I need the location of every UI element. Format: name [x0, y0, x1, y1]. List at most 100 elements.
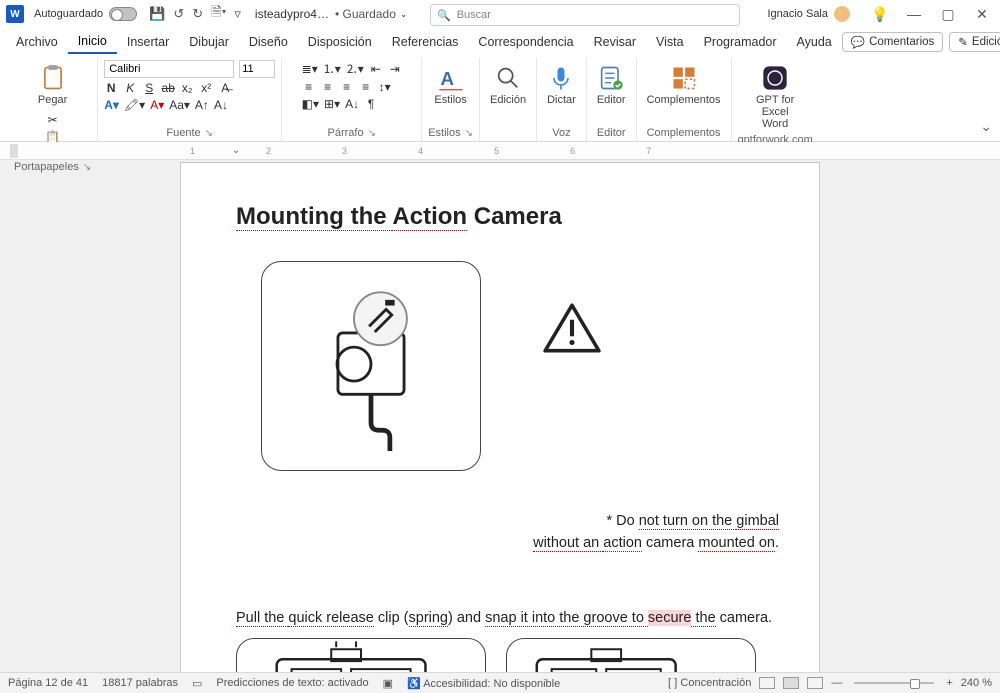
font-size-input[interactable] [239, 60, 275, 78]
horizontal-ruler[interactable]: ⌄ 1 2 3 4 5 6 7 [0, 142, 1000, 160]
complementos-button[interactable]: Complementos [643, 60, 725, 110]
group-voice: Dictar Voz [537, 58, 587, 141]
menu-archivo[interactable]: Archivo [6, 31, 68, 53]
dictate-button[interactable]: Dictar [543, 60, 580, 110]
user-account[interactable]: Ignacio Sala [767, 6, 850, 22]
comments-button[interactable]: 💬 Comentarios [842, 32, 944, 52]
ribbon-collapse-icon[interactable]: ⌄ [980, 118, 992, 135]
italic-icon[interactable]: K [123, 81, 137, 95]
align-right-icon[interactable]: ≡ [340, 80, 354, 94]
line-spacing-icon[interactable]: ↕▾ [378, 80, 392, 94]
zoom-out-icon[interactable]: — [831, 677, 842, 689]
show-marks-icon[interactable]: ¶ [364, 97, 378, 111]
status-page[interactable]: Página 12 de 41 [8, 677, 88, 689]
view-web-icon[interactable] [807, 677, 823, 689]
menu-vista[interactable]: Vista [646, 31, 694, 53]
bold-icon[interactable]: N [104, 81, 118, 95]
ruler-tab-icon: ⌄ [232, 145, 240, 156]
document-title[interactable]: isteadypro4… • Guardado ⌄ [255, 7, 408, 21]
sort-icon[interactable]: A↓ [345, 97, 359, 111]
view-print-icon[interactable] [783, 677, 799, 689]
strikethrough-icon[interactable]: ab [161, 81, 175, 95]
document-canvas[interactable]: Mounting the Action Camera [0, 160, 1000, 672]
menu-programador[interactable]: Programador [694, 31, 787, 53]
focus-mode-button[interactable]: [ ] Concentración [668, 677, 751, 689]
group-font: N K S ab x₂ x² A̶ A▾ 🖍▾ A▾ Aa▾ A↑ A↓ Fue… [98, 58, 282, 141]
status-bar: Página 12 de 41 18817 palabras ▭ Predicc… [0, 672, 1000, 693]
dialog-launcher-icon[interactable]: ↘ [465, 128, 473, 139]
font-name-input[interactable] [104, 60, 234, 78]
menu-referencias[interactable]: Referencias [382, 31, 469, 53]
gpt-addon-button[interactable]: GPT for Excel Word [746, 60, 804, 134]
zoom-level[interactable]: 240 % [961, 677, 992, 689]
toggle-off-icon[interactable] [109, 7, 137, 21]
document-page[interactable]: Mounting the Action Camera [180, 162, 820, 672]
save-icon[interactable]: 💾 [149, 6, 165, 22]
font-color-icon[interactable]: A▾ [150, 98, 164, 112]
menu-inicio[interactable]: Inicio [68, 30, 117, 54]
grow-font-icon[interactable]: A↑ [195, 98, 209, 112]
quick-access-toolbar: 💾 ↺ ↻ 🗎▾ ▿ [149, 3, 241, 25]
figure-camera-mount[interactable] [261, 261, 481, 471]
doc-icon[interactable]: 🗎▾ [211, 3, 226, 25]
change-case-icon[interactable]: Aa▾ [169, 98, 190, 112]
superscript-icon[interactable]: x² [199, 81, 213, 95]
status-macro-icon[interactable]: ▣ [383, 677, 393, 690]
subscript-icon[interactable]: x₂ [180, 81, 194, 95]
shading-icon[interactable]: ◧▾ [302, 97, 319, 111]
menu-dibujar[interactable]: Dibujar [179, 31, 239, 53]
shrink-font-icon[interactable]: A↓ [214, 98, 228, 112]
bullets-icon[interactable]: ≣▾ [302, 62, 318, 76]
align-center-icon[interactable]: ≡ [321, 80, 335, 94]
justify-icon[interactable]: ≡ [359, 80, 373, 94]
highlight-icon[interactable]: 🖍▾ [124, 98, 145, 112]
decrease-indent-icon[interactable]: ⇤ [369, 62, 383, 76]
status-predictions[interactable]: Predicciones de texto: activado [216, 677, 368, 689]
undo-icon[interactable]: ↺ [173, 6, 184, 22]
maximize-icon[interactable]: ▢ [936, 6, 960, 23]
menu-correspondencia[interactable]: Correspondencia [468, 31, 583, 53]
menu-ayuda[interactable]: Ayuda [787, 31, 842, 53]
zoom-in-icon[interactable]: + [946, 677, 952, 689]
ruler-margin-icon [10, 144, 18, 158]
align-left-icon[interactable]: ≡ [302, 80, 316, 94]
close-icon[interactable]: ✕ [970, 6, 994, 23]
menu-insertar[interactable]: Insertar [117, 31, 179, 53]
menu-diseno[interactable]: Diseño [239, 31, 298, 53]
view-read-icon[interactable] [759, 677, 775, 689]
document-heading[interactable]: Mounting the Action Camera [236, 203, 779, 231]
cut-icon[interactable]: ✂ [46, 113, 60, 127]
body-text[interactable]: Pull the quick release clip (spring) and… [236, 610, 779, 626]
status-words[interactable]: 18817 palabras [102, 677, 178, 689]
menu-disposicion[interactable]: Disposición [298, 31, 382, 53]
autosave-toggle[interactable]: Autoguardado [34, 7, 137, 21]
text-effects-icon[interactable]: A▾ [104, 98, 119, 112]
zoom-slider[interactable] [854, 682, 934, 684]
clear-format-icon[interactable]: A̶ [218, 81, 232, 95]
redo-icon[interactable]: ↻ [192, 6, 203, 22]
figure-clip-1[interactable] [236, 638, 486, 673]
borders-icon[interactable]: ⊞▾ [324, 97, 340, 111]
editing-mode-button[interactable]: ✎ Edición ⌄ [949, 32, 1000, 52]
status-language-icon[interactable]: ▭ [192, 677, 202, 690]
chevron-down-icon[interactable]: ⌄ [400, 9, 408, 20]
multilevel-icon[interactable]: ⒉▾ [346, 60, 364, 77]
editing-button[interactable]: Edición [486, 60, 530, 110]
search-input[interactable]: 🔍 Buscar [430, 4, 740, 26]
dialog-launcher-icon[interactable]: ↘ [205, 128, 213, 139]
dialog-launcher-icon[interactable]: ↘ [368, 128, 376, 139]
dialog-launcher-icon[interactable]: ↘ [83, 162, 91, 173]
numbering-icon[interactable]: ⒈▾ [323, 60, 341, 77]
warning-note[interactable]: * Do not turn on the gimbal without an a… [236, 511, 779, 555]
paste-button[interactable]: Pegar [34, 60, 71, 110]
editor-button[interactable]: Editor [593, 60, 630, 110]
qat-more-icon[interactable]: ▿ [234, 6, 241, 22]
increase-indent-icon[interactable]: ⇥ [388, 62, 402, 76]
minimize-icon[interactable]: — [902, 6, 926, 23]
menu-revisar[interactable]: Revisar [584, 31, 646, 53]
styles-button[interactable]: A Estilos [430, 60, 470, 110]
figure-clip-2[interactable] [506, 638, 756, 673]
status-accessibility[interactable]: ♿ Accesibilidad: No disponible [407, 677, 560, 690]
underline-icon[interactable]: S [142, 81, 156, 95]
help-lightbulb-icon[interactable]: 💡 [868, 6, 892, 23]
